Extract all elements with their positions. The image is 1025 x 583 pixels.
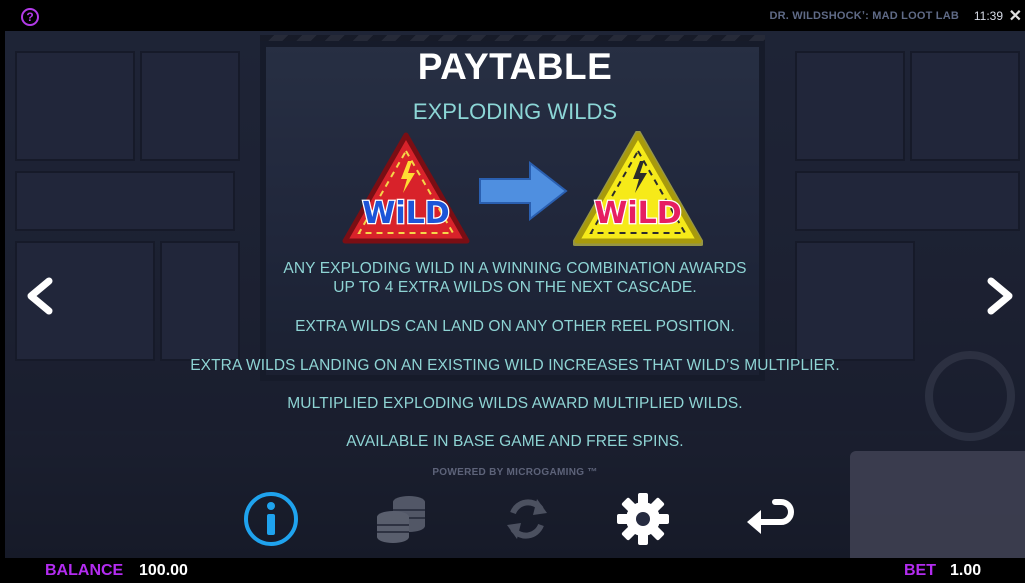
info-icon[interactable]	[241, 489, 301, 549]
wild-after-label: WiLD	[594, 196, 681, 231]
paytable-text-line: MULTIPLIED EXPLODING WILDS AWARD MULTIPL…	[287, 395, 743, 412]
chevron-left-icon[interactable]	[23, 276, 57, 316]
exploding-wild-yellow-symbol: WiLD	[573, 131, 703, 246]
paytable-screen: PAYTABLE EXPLODING WILDS WiLD WiLD ANY E…	[5, 31, 1025, 558]
gear-icon[interactable]	[613, 489, 673, 549]
wild-before-label: WiLD	[362, 196, 449, 231]
help-icon[interactable]: ?	[21, 8, 39, 26]
transform-arrow-icon	[479, 161, 568, 221]
paytable-text-line: AVAILABLE IN BASE GAME AND FREE SPINS.	[346, 433, 684, 450]
paytable-text-line: UP TO 4 EXTRA WILDS ON THE NEXT CASCADE.	[333, 279, 697, 296]
bottom-bar: BALANCE 100.00 BET 1.00	[0, 558, 1025, 583]
coins-icon[interactable]	[371, 489, 431, 549]
return-arrow-icon[interactable]	[741, 489, 801, 549]
bet-value: 1.00	[950, 562, 982, 579]
balance-value: 100.00	[139, 562, 188, 579]
chevron-right-icon[interactable]	[983, 276, 1017, 316]
exploding-wild-red-symbol: WiLD	[342, 132, 470, 244]
page-title: PAYTABLE	[417, 46, 613, 87]
balance-label: BALANCE	[45, 562, 124, 579]
powered-by-text: POWERED BY MICROGAMING ™	[432, 467, 598, 478]
bet-label: BET	[904, 562, 936, 579]
section-subtitle: EXPLODING WILDS	[412, 99, 618, 124]
autoplay-icon[interactable]	[497, 489, 557, 549]
close-icon[interactable]: ✕	[1009, 6, 1022, 26]
paytable-text-line: EXTRA WILDS LANDING ON AN EXISTING WILD …	[190, 357, 840, 374]
paytable-text-line: ANY EXPLODING WILD IN A WINNING COMBINAT…	[283, 260, 747, 277]
game-title: DR. WILDSHOCKʼ: MAD LOOT LAB	[769, 10, 959, 22]
paytable-text-line: EXTRA WILDS CAN LAND ON ANY OTHER REEL P…	[295, 318, 735, 335]
clock: 11:39	[973, 9, 1003, 23]
top-bar: ? DR. WILDSHOCKʼ: MAD LOOT LAB 11:39 ✕	[0, 0, 1025, 31]
